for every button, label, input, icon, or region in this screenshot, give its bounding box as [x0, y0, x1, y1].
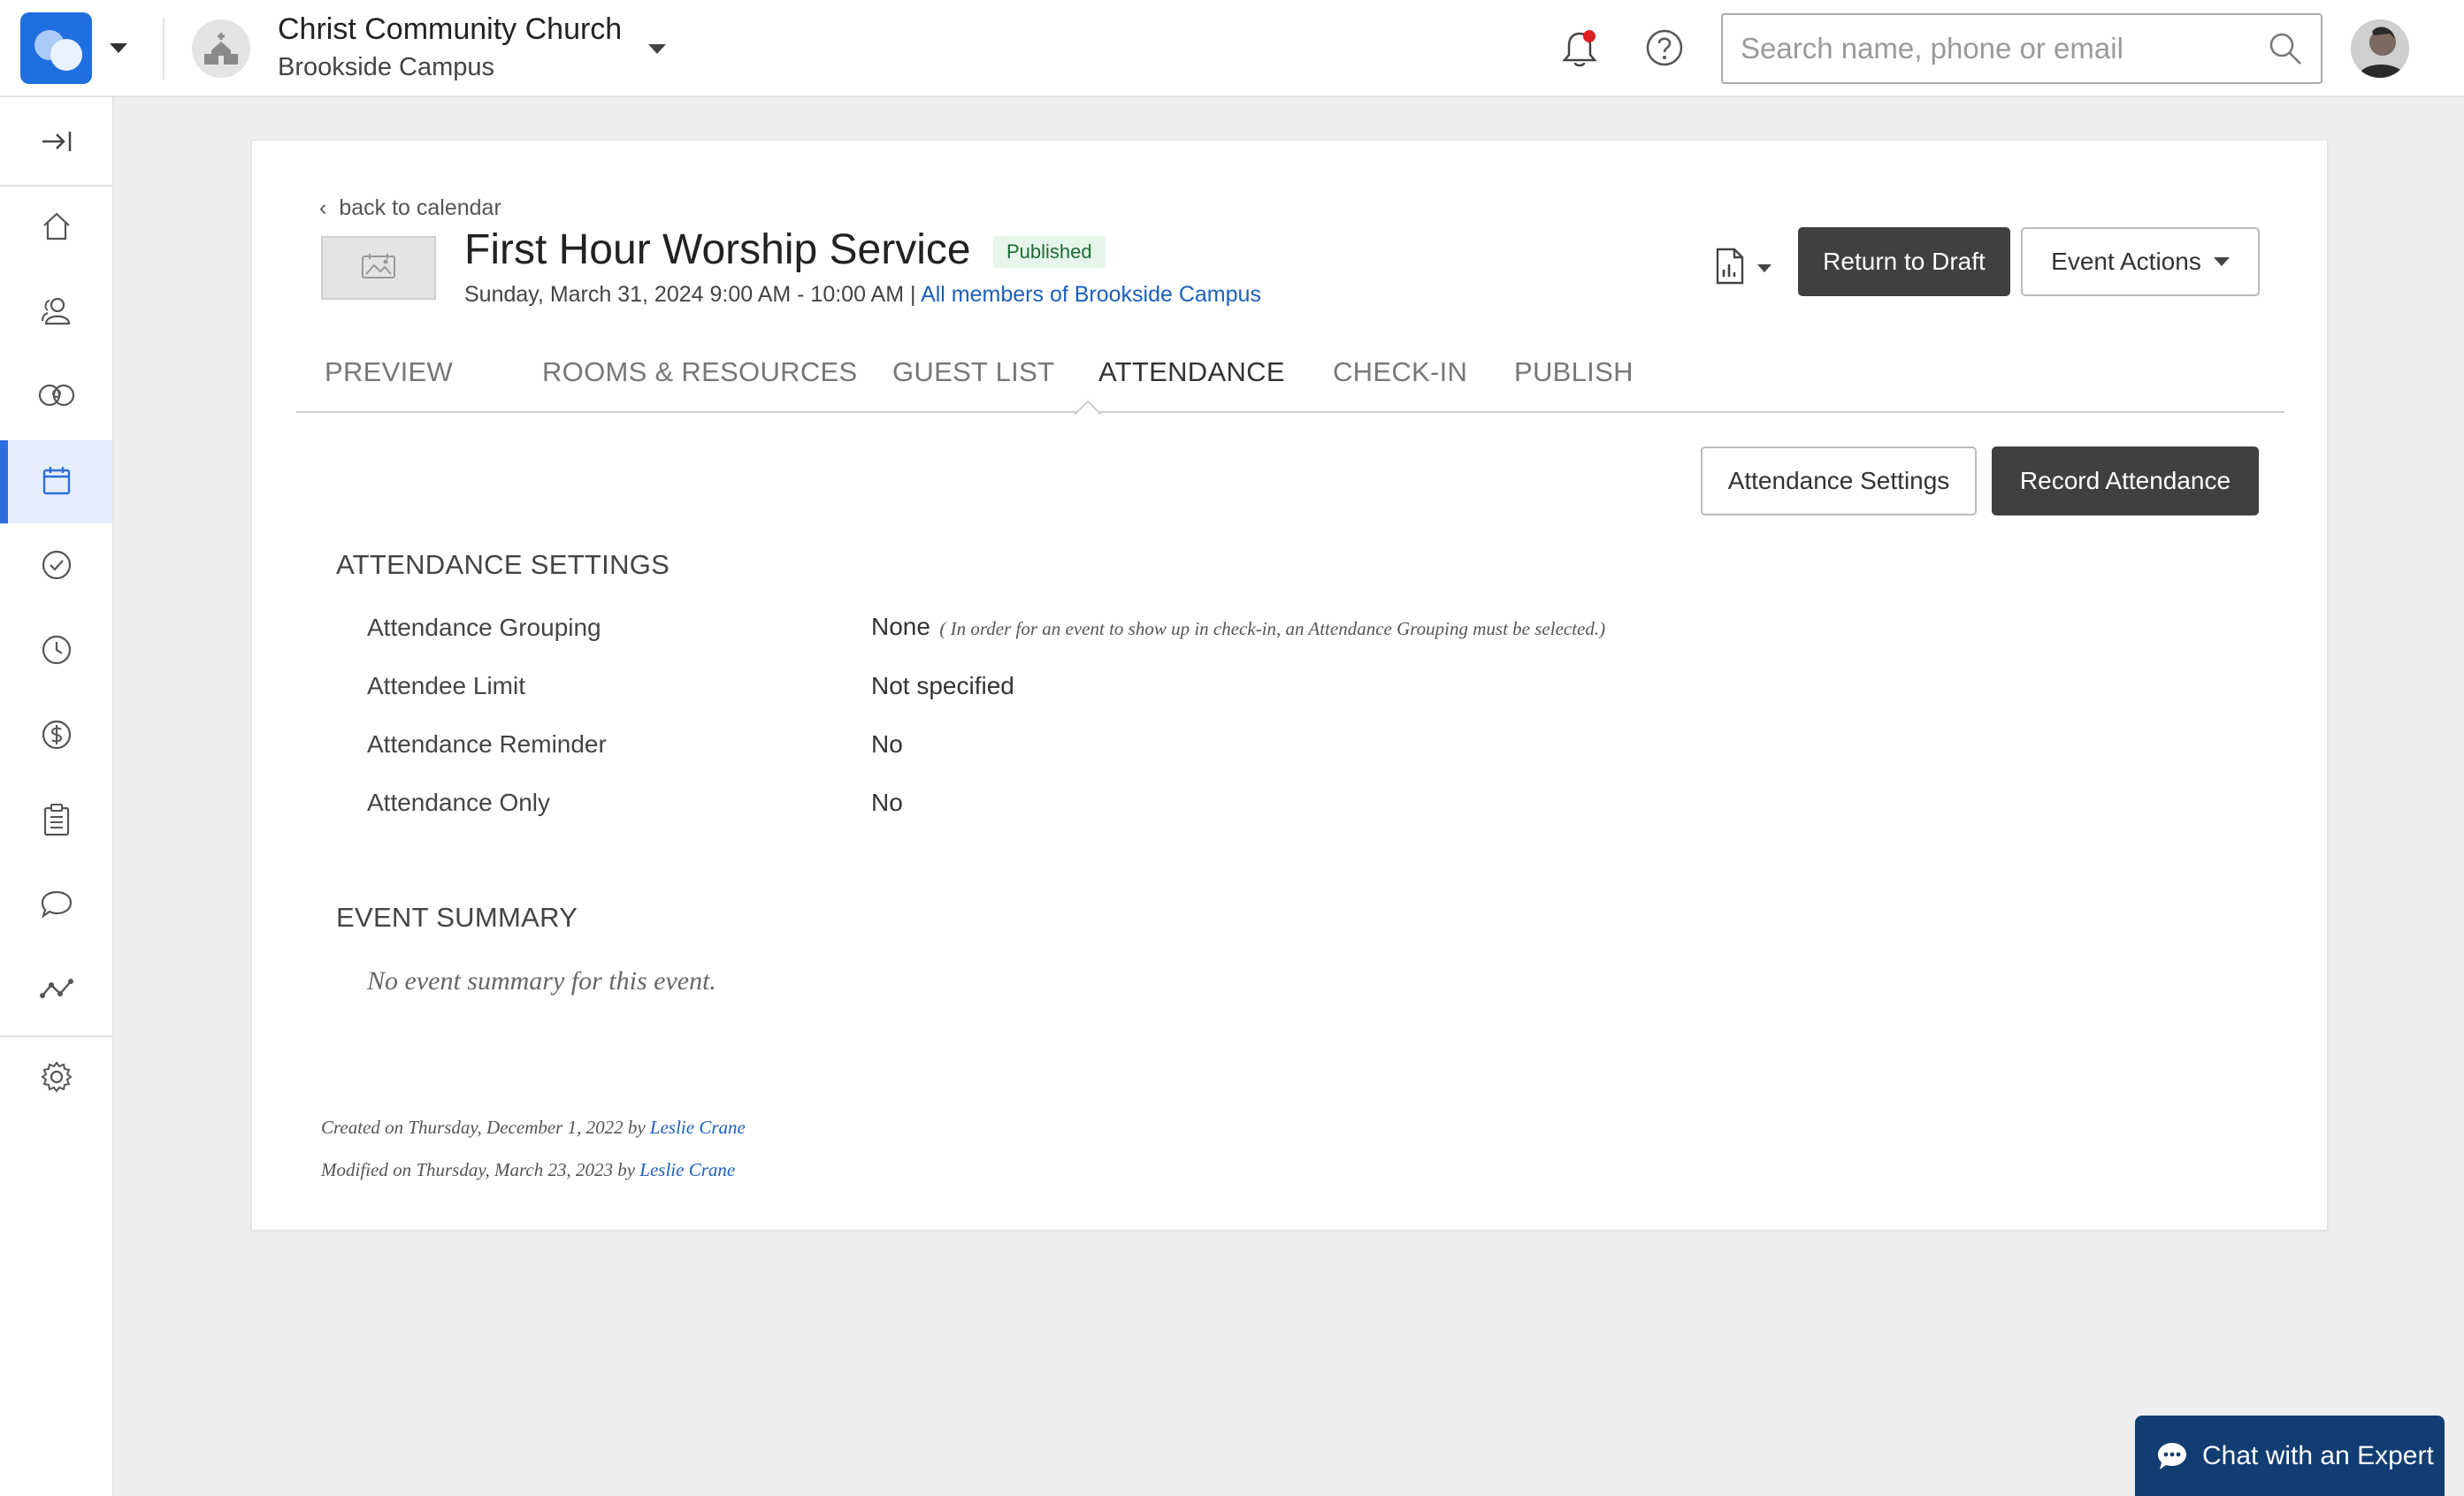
attendance-grouping-value-line: None ( In order for an event to show up … [871, 613, 1605, 641]
app-switcher-chevron-down-icon[interactable] [110, 43, 127, 53]
created-by-link[interactable]: Leslie Crane [650, 1117, 746, 1138]
report-dropdown-button[interactable] [1715, 243, 1786, 293]
status-badge: Published [993, 236, 1106, 268]
calendar-icon [41, 464, 73, 500]
attendance-reminder-label: Attendance Reminder [367, 730, 607, 758]
tab-preview[interactable]: PREVIEW [325, 356, 453, 388]
event-card: ‹ back to calendar First Hour Worship Ser… [251, 140, 2328, 1231]
sidebar-item-people[interactable] [0, 271, 112, 354]
attendance-grouping-value: None [871, 613, 930, 640]
created-text: Created on Thursday, December 1, 2022 by [321, 1117, 650, 1138]
org-name[interactable]: Christ Community Church [278, 12, 622, 47]
analytics-icon [39, 976, 74, 1007]
event-summary-heading: EVENT SUMMARY [336, 902, 578, 933]
sidebar-item-settings[interactable] [0, 1037, 112, 1120]
dollar-icon [41, 719, 73, 755]
event-summary-empty: No event summary for this event. [367, 966, 716, 996]
record-attendance-button[interactable]: Record Attendance [1992, 447, 2259, 515]
sidebar-item-forms[interactable] [0, 780, 112, 863]
groups-icon [37, 381, 76, 414]
help-icon[interactable] [1645, 28, 1684, 72]
search-input[interactable] [1741, 26, 2254, 72]
church-icon [192, 19, 250, 78]
app-logo[interactable] [20, 12, 92, 84]
header-divider [163, 18, 165, 80]
home-icon [41, 210, 73, 247]
event-title: First Hour Worship Service [464, 226, 971, 273]
attendee-limit-value: Not specified [871, 672, 1014, 699]
audience-link[interactable]: All members of Brookside Campus [921, 282, 1261, 307]
event-date: Sunday, March 31, 2024 9:00 AM - 10:00 A… [464, 282, 905, 307]
gear-icon [40, 1060, 73, 1098]
attendance-only-value: No [871, 789, 903, 816]
notification-bell-icon[interactable] [1560, 28, 1599, 73]
tab-publish[interactable]: PUBLISH [1514, 356, 1634, 388]
attendance-settings-button[interactable]: Attendance Settings [1701, 447, 1977, 515]
back-to-calendar-link[interactable]: ‹ back to calendar [319, 195, 501, 221]
clock-icon [41, 634, 73, 670]
date-separator: | [904, 282, 922, 307]
modified-text: Modified on Thursday, March 23, 2023 by [321, 1159, 640, 1180]
sidebar-item-analytics[interactable] [0, 950, 112, 1033]
back-label: back to calendar [339, 195, 501, 220]
tab-attendance[interactable]: ATTENDANCE [1098, 356, 1285, 388]
collapse-icon[interactable] [41, 128, 73, 159]
sidebar-item-communications[interactable] [0, 865, 112, 948]
attendance-only-label: Attendance Only [367, 789, 551, 816]
chevron-down-icon [2213, 257, 2230, 266]
sidebar-collapse[interactable] [0, 102, 112, 185]
event-tabs: PREVIEW ROOMS & RESOURCES GUEST LIST ATT… [296, 346, 2284, 413]
event-date-line: Sunday, March 31, 2024 9:00 AM - 10:00 A… [464, 282, 1261, 308]
check-circle-icon [41, 549, 73, 585]
tab-check-in[interactable]: CHECK-IN [1333, 356, 1467, 388]
user-avatar[interactable] [2351, 19, 2409, 78]
search-box[interactable] [1721, 13, 2322, 84]
org-switcher-chevron-down-icon[interactable] [648, 44, 666, 54]
search-icon[interactable] [2268, 31, 2303, 71]
chat-icon [2156, 1441, 2188, 1471]
image-icon [361, 253, 396, 284]
return-to-draft-button[interactable]: Return to Draft [1798, 227, 2010, 296]
clipboard-icon [42, 803, 72, 841]
tab-guest-list[interactable]: GUEST LIST [892, 356, 1054, 388]
sidebar-item-calendar[interactable] [0, 440, 112, 523]
chevron-down-icon [1757, 263, 1771, 272]
chevron-left-icon: ‹ [319, 195, 327, 220]
tab-rooms-resources[interactable]: ROOMS & RESOURCES [542, 356, 857, 388]
attendance-grouping-label: Attendance Grouping [367, 614, 601, 641]
sidebar-item-tasks[interactable] [0, 525, 112, 608]
sidebar-item-giving[interactable] [0, 695, 112, 778]
sidebar-item-history[interactable] [0, 610, 112, 693]
event-actions-label: Event Actions [2051, 248, 2201, 275]
created-meta: Created on Thursday, December 1, 2022 by… [321, 1117, 746, 1139]
chat-with-expert-button[interactable]: Chat with an Expert [2135, 1416, 2445, 1496]
chat-bubbles-icon [39, 889, 74, 925]
attendance-reminder-value: No [871, 730, 903, 758]
attendance-settings-heading: ATTENDANCE SETTINGS [336, 549, 670, 580]
sidebar-item-home[interactable] [0, 187, 112, 270]
chat-label: Chat with an Expert [2202, 1440, 2434, 1470]
sidebar-item-groups[interactable] [0, 355, 112, 439]
attendee-limit-label: Attendee Limit [367, 672, 525, 699]
campus-name[interactable]: Brookside Campus [278, 53, 494, 82]
top-bar: Christ Community Church Brookside Campus [0, 0, 2464, 97]
event-image-placeholder[interactable] [321, 236, 436, 300]
document-icon [1715, 247, 1745, 290]
event-actions-button[interactable]: Event Actions [2021, 227, 2260, 296]
attendance-grouping-note: ( In order for an event to show up in ch… [939, 618, 1606, 639]
sidebar [0, 97, 114, 1496]
modified-by-link[interactable]: Leslie Crane [639, 1159, 735, 1180]
modified-meta: Modified on Thursday, March 23, 2023 by … [321, 1159, 735, 1181]
people-icon [40, 295, 73, 330]
